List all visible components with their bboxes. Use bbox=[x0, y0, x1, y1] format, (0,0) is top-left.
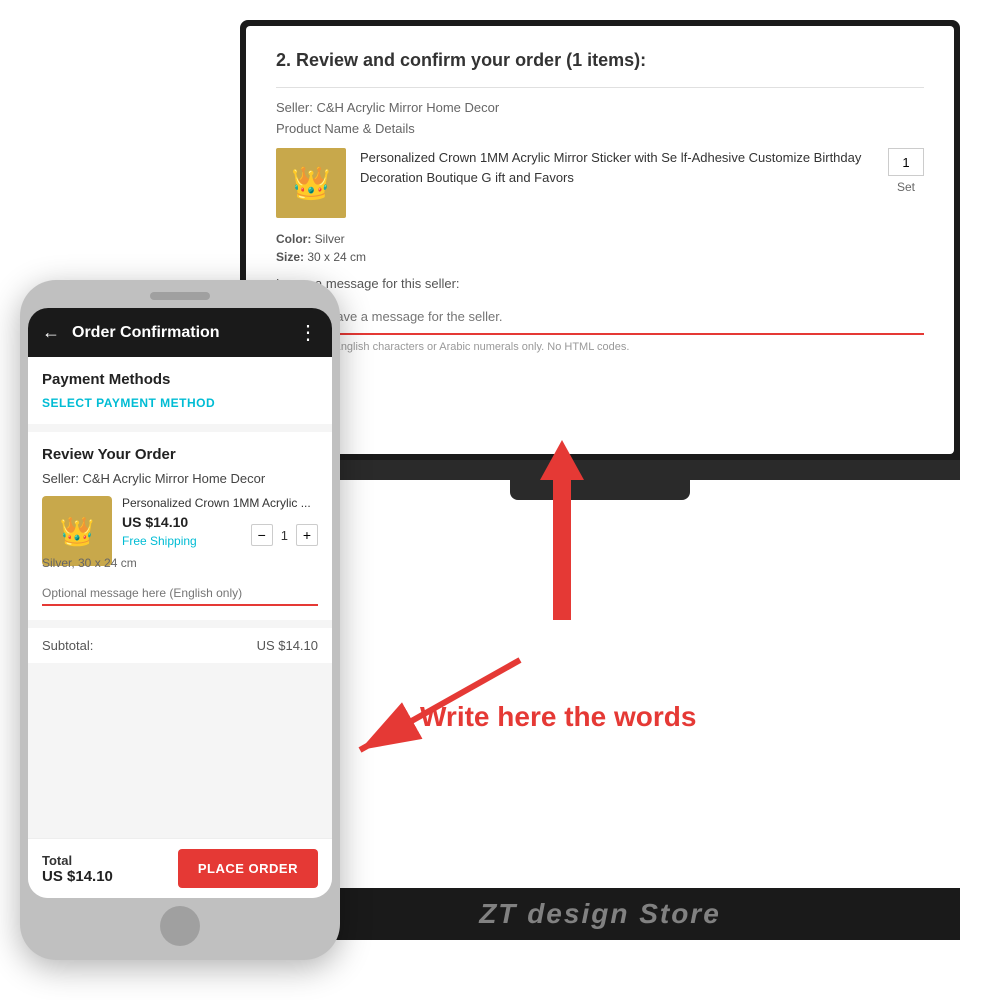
total-label: Total bbox=[42, 853, 113, 868]
monitor-message-label: Leave a message for this seller: bbox=[276, 276, 924, 291]
monitor: 2. Review and confirm your order (1 item… bbox=[240, 20, 960, 500]
subtotal-row: Subtotal: US $14.10 bbox=[28, 628, 332, 663]
total-amount: US $14.10 bbox=[42, 868, 113, 885]
phone-variant-text: Silver, 30 x 24 cm bbox=[42, 556, 318, 570]
arrow-body-up bbox=[553, 480, 571, 620]
phone-free-shipping: Free Shipping bbox=[122, 534, 318, 548]
monitor-product-image: 👑 bbox=[276, 148, 346, 218]
phone-footer: Total US $14.10 PLACE ORDER bbox=[28, 838, 332, 898]
monitor-message-input[interactable] bbox=[276, 299, 924, 335]
monitor-size-row: Size: 30 x 24 cm bbox=[276, 250, 924, 264]
monitor-message-hint: Max. 1,000 English characters or Arabic … bbox=[276, 341, 924, 353]
select-payment-button[interactable]: SELECT PAYMENT METHOD bbox=[42, 396, 318, 410]
subtotal-label: Subtotal: bbox=[42, 638, 93, 653]
monitor-size-label: Size: bbox=[276, 250, 304, 264]
monitor-qty-box: 1 Set bbox=[888, 148, 924, 194]
phone-screen: ← Order Confirmation ⋮ Payment Methods S… bbox=[28, 308, 332, 898]
phone-seller-text: Seller: C&H Acrylic Mirror Home Decor bbox=[42, 471, 318, 486]
monitor-product-row: 👑 Personalized Crown 1MM Acrylic Mirror … bbox=[276, 148, 924, 218]
phone-product-name: Personalized Crown 1MM Acrylic ... bbox=[122, 496, 318, 510]
monitor-qty-unit: Set bbox=[897, 180, 915, 194]
phone-speaker bbox=[150, 292, 210, 300]
monitor-stand bbox=[240, 460, 960, 480]
monitor-color-value: Silver bbox=[315, 232, 345, 246]
phone-home-button[interactable] bbox=[160, 906, 200, 946]
phone-header: ← Order Confirmation ⋮ bbox=[28, 308, 332, 357]
review-section-title: Review Your Order bbox=[42, 446, 318, 463]
more-icon[interactable]: ⋮ bbox=[298, 320, 318, 345]
qty-decrease-button[interactable]: − bbox=[251, 524, 273, 546]
monitor-seller-label: Seller: C&H Acrylic Mirror Home Decor bbox=[276, 100, 924, 115]
crown-icon-large: 👑 bbox=[291, 164, 331, 202]
qty-increase-button[interactable]: + bbox=[296, 524, 318, 546]
total-info: Total US $14.10 bbox=[42, 853, 113, 885]
monitor-color-label: Color: bbox=[276, 232, 311, 246]
place-order-button[interactable]: PLACE ORDER bbox=[178, 849, 318, 888]
qty-display: 1 bbox=[281, 528, 288, 543]
phone-title: Order Confirmation bbox=[72, 324, 286, 342]
monitor-qty-value[interactable]: 1 bbox=[888, 148, 924, 176]
review-section: Review Your Order Seller: C&H Acrylic Mi… bbox=[28, 432, 332, 620]
phone-body[interactable]: Payment Methods SELECT PAYMENT METHOD Re… bbox=[28, 357, 332, 838]
monitor-section-title: 2. Review and confirm your order (1 item… bbox=[276, 50, 924, 71]
write-here-annotation: Write here the words bbox=[420, 700, 696, 734]
monitor-base bbox=[510, 480, 690, 500]
phone-message-input[interactable] bbox=[42, 578, 318, 606]
phone-product-info: Personalized Crown 1MM Acrylic ... US $1… bbox=[122, 496, 318, 552]
watermark-text: ZT design Store bbox=[479, 898, 721, 930]
monitor-black-bar: ZT design Store bbox=[240, 888, 960, 940]
monitor-content: 2. Review and confirm your order (1 item… bbox=[246, 26, 954, 454]
crown-icon: 👑 bbox=[60, 515, 95, 548]
subtotal-value: US $14.10 bbox=[257, 638, 318, 653]
arrow-up bbox=[540, 440, 584, 620]
monitor-color-row: Color: Silver bbox=[276, 232, 924, 246]
arrow-head-up bbox=[540, 440, 584, 480]
monitor-screen: 2. Review and confirm your order (1 item… bbox=[240, 20, 960, 460]
payment-section: Payment Methods SELECT PAYMENT METHOD bbox=[28, 357, 332, 424]
monitor-size-value: 30 x 24 cm bbox=[307, 250, 366, 264]
phone: ← Order Confirmation ⋮ Payment Methods S… bbox=[20, 280, 340, 960]
monitor-product-description: Personalized Crown 1MM Acrylic Mirror St… bbox=[360, 148, 874, 187]
phone-product-price: US $14.10 bbox=[122, 514, 318, 530]
payment-section-title: Payment Methods bbox=[42, 371, 318, 388]
monitor-product-label: Product Name & Details bbox=[276, 121, 924, 136]
back-button[interactable]: ← bbox=[42, 322, 60, 343]
